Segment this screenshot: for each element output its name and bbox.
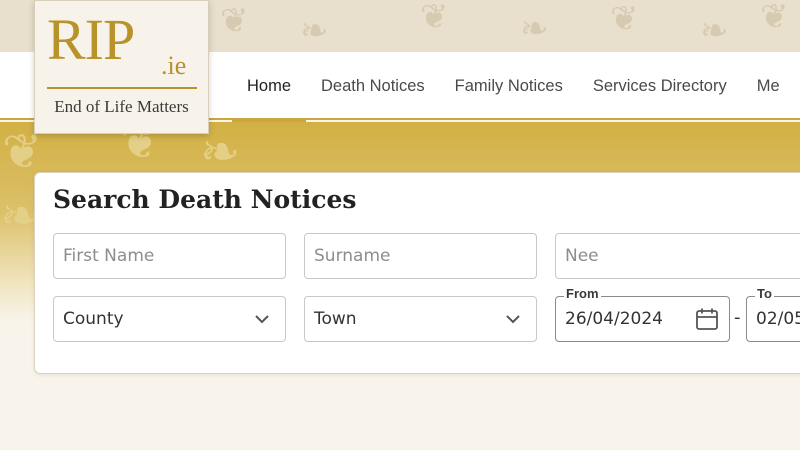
nav-menu: Home Death Notices Family Notices Servic…	[232, 52, 795, 122]
logo-divider	[47, 87, 197, 89]
site-logo[interactable]: RIP .ie End of Life Matters	[34, 0, 209, 134]
to-date-value: 02/05	[756, 309, 800, 329]
town-select[interactable]: Town	[304, 296, 537, 342]
leaf-icon: ❦	[760, 0, 789, 37]
surname-field	[304, 233, 537, 279]
town-select-value: Town	[314, 309, 357, 329]
search-card: Search Death Notices County Town From 26…	[34, 172, 800, 374]
chevron-down-icon	[255, 315, 269, 324]
logo-tld: .ie	[161, 51, 187, 80]
nee-field	[555, 233, 800, 279]
logo-brand: RIP	[47, 7, 135, 72]
nav-item-family-notices[interactable]: Family Notices	[440, 52, 578, 120]
chevron-down-icon	[506, 315, 520, 324]
nee-input[interactable]	[556, 234, 800, 278]
leaf-icon: ❧	[700, 11, 729, 51]
leaf-icon: ❦	[610, 0, 639, 39]
leaf-icon: ❦	[220, 1, 249, 41]
county-select[interactable]: County	[53, 296, 286, 342]
from-date-label: From	[564, 286, 601, 301]
date-range-separator: -	[734, 307, 741, 328]
leaf-icon: ❧	[520, 9, 549, 49]
surname-input[interactable]	[305, 234, 536, 278]
county-select-value: County	[63, 309, 124, 329]
leaf-icon: ❦	[420, 0, 449, 37]
logo-tagline: End of Life Matters	[54, 97, 189, 116]
nav-item-services-directory[interactable]: Services Directory	[578, 52, 742, 120]
leaf-icon: ❦	[2, 124, 43, 180]
leaf-icon: ❧	[300, 11, 329, 51]
nav-item-death-notices[interactable]: Death Notices	[306, 52, 440, 120]
leaf-icon: ❧	[200, 124, 241, 180]
search-title: Search Death Notices	[53, 185, 357, 214]
nav-item-home[interactable]: Home	[232, 52, 307, 122]
from-date-field[interactable]: From 26/04/2024	[555, 286, 730, 342]
nav-item-more[interactable]: Me	[742, 52, 795, 120]
from-date-value: 26/04/2024	[565, 309, 663, 329]
first-name-input[interactable]	[54, 234, 285, 278]
to-date-label: To	[755, 286, 774, 301]
calendar-icon[interactable]	[695, 307, 719, 331]
to-date-field[interactable]: To 02/05	[746, 286, 800, 342]
first-name-field	[53, 233, 286, 279]
